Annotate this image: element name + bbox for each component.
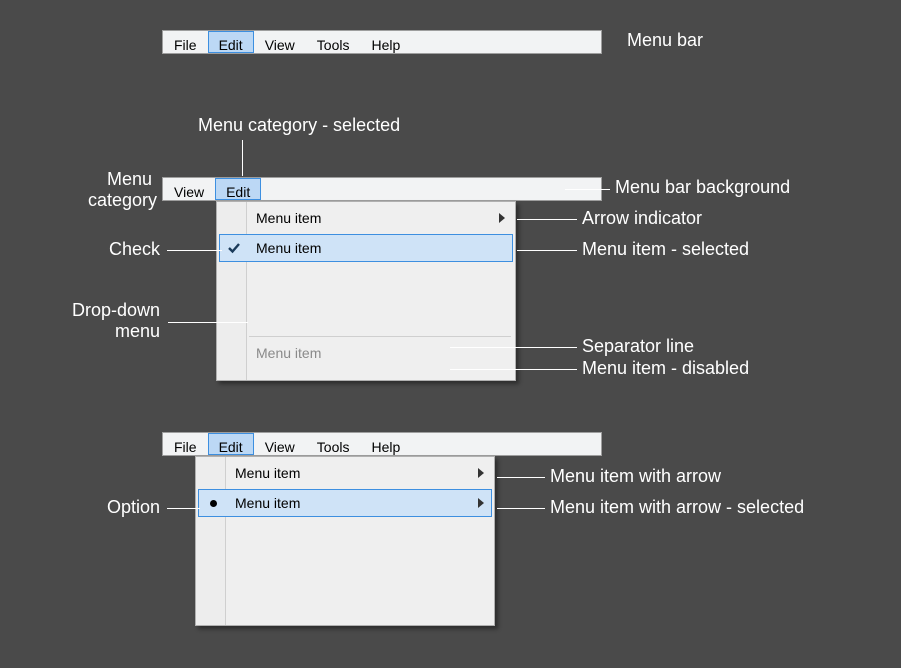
arrow-indicator-icon (471, 498, 491, 508)
menubar-mid: View Edit (162, 177, 602, 201)
leader-line (242, 140, 243, 176)
leader-line (497, 477, 545, 478)
label-item-selected: Menu item - selected (582, 239, 749, 260)
menu-item-b1[interactable]: Menu item (198, 459, 492, 487)
menu-help-b[interactable]: Help (360, 433, 411, 455)
menu-item-3-disabled: Menu item (219, 339, 513, 367)
separator-line (249, 336, 511, 337)
label-menu-category-selected: Menu category - selected (198, 115, 400, 136)
label-item-arrow-selected: Menu item with arrow - selected (550, 497, 804, 518)
label-dropdown: Drop-down menu (55, 300, 160, 342)
dropdown-menu: Menu item Menu item Menu item (216, 201, 516, 381)
leader-line (450, 369, 577, 370)
menu-edit[interactable]: Edit (208, 31, 254, 53)
menubar-top: File Edit View Tools Help (162, 30, 602, 54)
label-arrow-indicator: Arrow indicator (582, 208, 702, 229)
label-menu-bar-bg: Menu bar background (615, 177, 790, 198)
dropdown-spacer (219, 264, 513, 334)
menu-tools[interactable]: Tools (306, 31, 361, 53)
check-icon (220, 241, 248, 255)
label-separator: Separator line (582, 336, 694, 357)
arrow-indicator-icon (492, 213, 512, 223)
leader-line (167, 508, 200, 509)
option-bullet-icon (199, 500, 227, 507)
leader-line (168, 322, 248, 323)
menu-item-b2-selected[interactable]: Menu item (198, 489, 492, 517)
menu-item-text: Menu item (248, 240, 492, 256)
dropdown-menu-bottom: Menu item Menu item (195, 456, 495, 626)
menu-item-2-selected[interactable]: Menu item (219, 234, 513, 262)
menu-edit-b[interactable]: Edit (208, 433, 254, 455)
menu-item-text: Menu item (248, 210, 492, 226)
leader-line (517, 219, 577, 220)
label-menu-category: Menu category (52, 169, 157, 211)
menu-item-text: Menu item (227, 495, 471, 511)
label-option: Option (95, 497, 160, 518)
menu-edit-2[interactable]: Edit (215, 178, 261, 200)
leader-line (450, 347, 577, 348)
leader-line (167, 250, 222, 251)
menu-item-text: Menu item (227, 465, 471, 481)
leader-line (565, 189, 610, 190)
menu-help[interactable]: Help (360, 31, 411, 53)
label-check: Check (100, 239, 160, 260)
leader-line (497, 508, 545, 509)
label-item-arrow: Menu item with arrow (550, 466, 721, 487)
leader-line (517, 250, 577, 251)
menu-item-1[interactable]: Menu item (219, 204, 513, 232)
arrow-indicator-icon (471, 468, 491, 478)
menu-tools-b[interactable]: Tools (306, 433, 361, 455)
menu-file[interactable]: File (163, 31, 208, 53)
menu-view-b[interactable]: View (254, 433, 306, 455)
menu-view-2[interactable]: View (163, 178, 215, 200)
menubar-bottom: File Edit View Tools Help (162, 432, 602, 456)
label-item-disabled: Menu item - disabled (582, 358, 749, 379)
menu-view[interactable]: View (254, 31, 306, 53)
label-menu-bar: Menu bar (627, 30, 703, 51)
menu-file-b[interactable]: File (163, 433, 208, 455)
